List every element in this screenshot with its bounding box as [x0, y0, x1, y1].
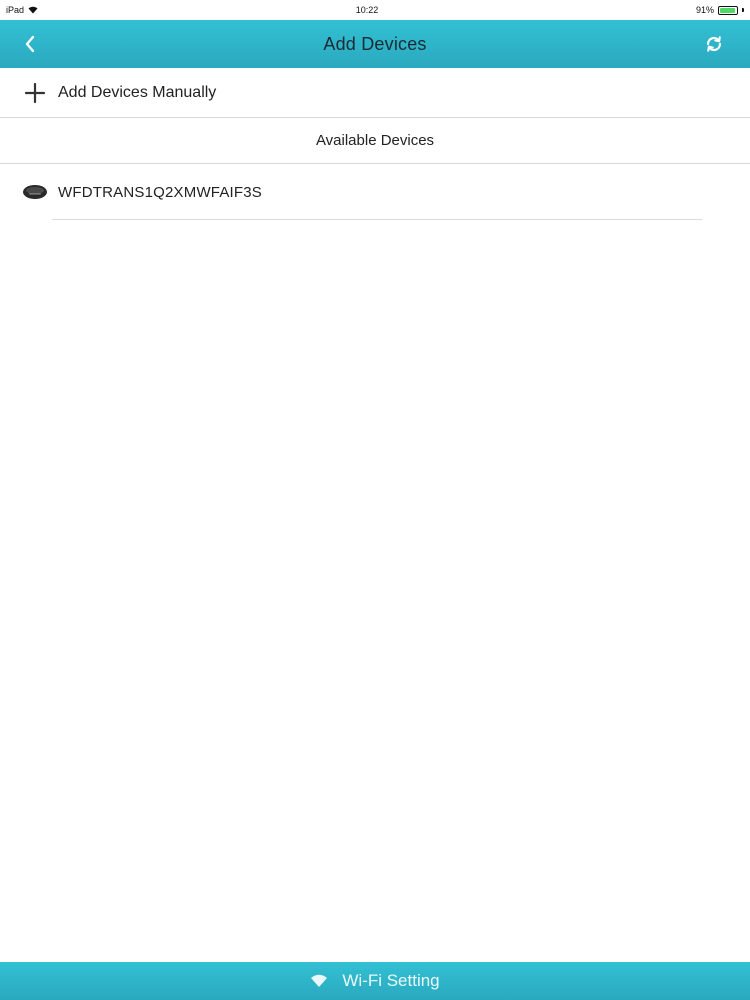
battery-percent: 91% [695, 5, 714, 15]
plus-icon [24, 82, 46, 103]
device-icon [23, 185, 47, 199]
wifi-icon [311, 974, 328, 987]
nav-bar: Add Devices [0, 20, 750, 68]
add-devices-manually-button[interactable]: Add Devices Manually [0, 68, 750, 118]
wifi-setting-label: Wi-Fi Setting [342, 971, 440, 990]
available-devices-title: Available Devices [315, 132, 435, 149]
status-time: 10:22 [355, 5, 379, 15]
battery-icon [718, 5, 738, 15]
status-right: 91% [696, 5, 744, 15]
wifi-setting-button[interactable]: Wi-Fi Setting [0, 962, 750, 1000]
device-name: WFDTRANS1Q2XMWFAIF3S [58, 183, 263, 201]
status-bar: iPad 10:22 91% [0, 0, 750, 20]
refresh-button[interactable] [702, 32, 726, 56]
device-list-item[interactable]: WFDTRANS1Q2XMWFAIF3S [0, 164, 750, 220]
add-devices-manually-label: Add Devices Manually [58, 83, 217, 101]
refresh-icon [706, 36, 722, 52]
page-title: Add Devices [323, 33, 427, 54]
device-list: WFDTRANS1Q2XMWFAIF3S [0, 164, 750, 220]
chevron-left-icon [25, 35, 35, 53]
wifi-signal-icon [28, 6, 38, 14]
available-devices-header: Available Devices [0, 118, 750, 164]
carrier-label: iPad [6, 5, 25, 15]
app-screen: iPad 10:22 91% Add Devices Add Devices M… [0, 0, 750, 1000]
status-left: iPad [6, 5, 38, 15]
battery-tip [742, 8, 744, 12]
back-button[interactable] [18, 32, 42, 56]
